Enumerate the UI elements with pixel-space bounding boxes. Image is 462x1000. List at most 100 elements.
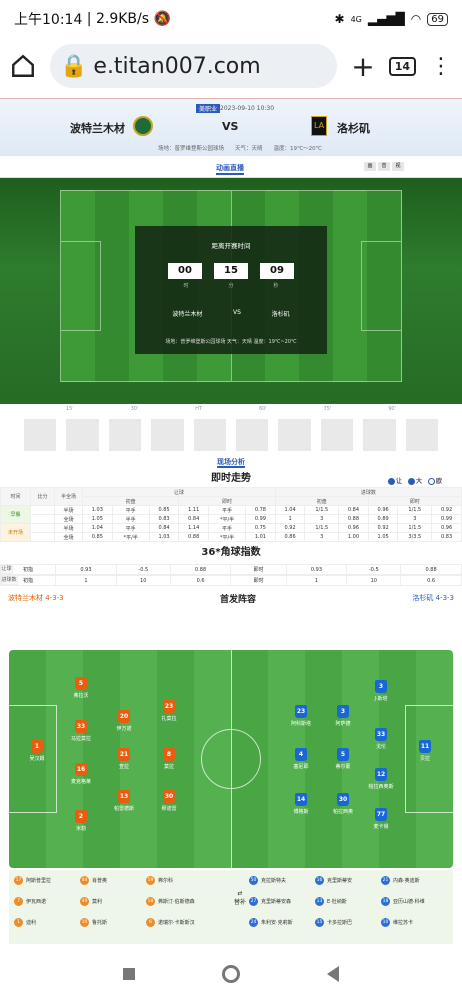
away-player[interactable]: 12 帕拉西奥斯 bbox=[361, 768, 401, 790]
odds-cell: 0.96 bbox=[431, 523, 462, 533]
sub-name: 莫利 bbox=[92, 899, 103, 905]
away-player[interactable]: 14 博格斯 bbox=[281, 793, 321, 815]
corner-cell: 0.88 bbox=[169, 564, 232, 575]
home-substitute[interactable]: 10 鲁托斯 bbox=[80, 918, 107, 927]
tab-analysis[interactable]: 现场分析 bbox=[217, 458, 245, 468]
sub-number: 10 bbox=[381, 918, 390, 927]
away-substitute[interactable]: 18 亚历山德·科维 bbox=[381, 897, 425, 906]
away-player[interactable]: 77 麦卡锡 bbox=[361, 808, 401, 830]
home-player[interactable]: 21 查拉 bbox=[104, 748, 144, 770]
home-player[interactable]: 1 吴汉姆 bbox=[17, 740, 57, 762]
away-substitute[interactable]: 13 E·杜纳斯 bbox=[315, 897, 347, 906]
away-player[interactable]: 4 塞尼耶 bbox=[281, 748, 321, 770]
away-player[interactable]: 33 戈伦 bbox=[361, 728, 401, 750]
odds-section-title: 即时走势 让 大 欧 bbox=[0, 471, 462, 487]
away-player[interactable]: 3 阿萨德 bbox=[323, 705, 363, 727]
away-substitute[interactable]: 16 克里斯蒂安 bbox=[315, 876, 352, 885]
player-name: 查拉 bbox=[118, 764, 129, 770]
corner-title: 36*角球指数 bbox=[201, 547, 261, 558]
away-player[interactable]: 5 蒂尔蒙 bbox=[323, 748, 363, 770]
sub-name: 肖普奥 bbox=[92, 878, 108, 884]
home-player[interactable]: 13 帕雷德斯 bbox=[104, 790, 144, 812]
tab-animation-live[interactable]: 动画直播 bbox=[216, 163, 244, 175]
home-substitute[interactable]: 6 诺瑞尔·卡斯斯汉 bbox=[146, 918, 195, 927]
home-substitute[interactable]: 17 阿斯普里拉 bbox=[14, 876, 51, 885]
odds-cell: 0.99 bbox=[245, 514, 276, 524]
home-player[interactable]: 2 米勒 bbox=[61, 810, 101, 832]
away-substitute[interactable]: 15 卡多拉斯巴 bbox=[315, 918, 352, 927]
away-substitute[interactable]: 10 维拉苏卡 bbox=[381, 918, 413, 927]
home-player[interactable]: 5 弗拉沃 bbox=[61, 677, 101, 699]
address-bar[interactable]: 🔒 e.titan007.com bbox=[50, 44, 338, 88]
away-player[interactable]: 23 阿科斯塔 bbox=[281, 705, 321, 727]
home-substitute[interactable]: 7 伊瓦西诺 bbox=[14, 897, 46, 906]
view-option-1[interactable]: 画 bbox=[364, 162, 376, 171]
home-substitute[interactable]: 44 肖普奥 bbox=[80, 876, 107, 885]
countdown-title: 距离开赛时间 bbox=[211, 242, 251, 250]
new-tab-icon[interactable]: + bbox=[351, 50, 374, 83]
odds-cell: 0.88 bbox=[338, 514, 369, 524]
countdown-away: 洛杉矶 bbox=[271, 311, 290, 318]
overflow-menu-icon[interactable]: ⋮ bbox=[430, 54, 452, 79]
player-name: 扎莫拉 bbox=[161, 716, 177, 722]
unit-hours: 时 bbox=[183, 283, 189, 289]
recents-icon[interactable] bbox=[123, 968, 136, 980]
home-nav-icon[interactable] bbox=[221, 965, 240, 983]
away-team-logo: LA bbox=[311, 116, 327, 136]
jersey-icon: 20 bbox=[118, 710, 130, 723]
view-option-3[interactable]: 视 bbox=[392, 162, 404, 171]
home-substitute[interactable]: 1 迪利 bbox=[14, 918, 36, 927]
dnd-icon: 🔕 bbox=[149, 11, 171, 27]
wifi-icon: ◠ bbox=[410, 12, 422, 26]
odds-cell: 1 bbox=[274, 514, 306, 524]
home-player[interactable]: 20 伊万诺 bbox=[104, 710, 144, 732]
legend-handicap[interactable]: 让 bbox=[387, 474, 402, 490]
back-icon[interactable] bbox=[326, 966, 339, 982]
sub-number: 44 bbox=[80, 876, 89, 885]
odds-cell: 1.04 bbox=[82, 523, 113, 533]
sub-number: 17 bbox=[14, 876, 23, 885]
sub-name: 克里斯蒂安森 bbox=[261, 899, 292, 905]
sub-name: 克拉斯特夫 bbox=[261, 878, 287, 884]
odds-cell: 1.01 bbox=[245, 532, 276, 542]
away-substitute[interactable]: 24 朱利安·克莉斯 bbox=[249, 918, 293, 927]
away-player[interactable]: 3 J·斯塔 bbox=[361, 680, 401, 702]
home-player[interactable]: 16 麦克格莱 bbox=[61, 763, 101, 785]
home-substitute[interactable]: 19 弗尔科 bbox=[146, 876, 173, 885]
home-icon[interactable] bbox=[10, 53, 36, 79]
corner-cell: 0.6 bbox=[400, 575, 462, 586]
corner-cell: 10 bbox=[115, 575, 171, 586]
lineup-home-formation: 波特兰木材 4-3-3 bbox=[8, 594, 64, 602]
home-substitute[interactable]: 49 莫利 bbox=[80, 897, 102, 906]
jersey-icon: 5 bbox=[75, 677, 87, 690]
legend-overunder[interactable]: 大 bbox=[407, 474, 422, 490]
countdown-panel: 距离开赛时间 00 15 09 时 分 秒 波特兰木材 VS 洛杉矶 场地：普罗… bbox=[135, 226, 327, 354]
match-datetime: 2023-09-10 10:30 bbox=[220, 105, 275, 112]
odds-row: 全场 0.85 *平/半 1.03 0.88 *平/半 1.01 0.86 3 1.00 1.05 3… bbox=[1, 532, 462, 542]
home-player[interactable]: 23 扎莫拉 bbox=[149, 700, 189, 722]
odds-row: 早餐 半场 1.03 平手 0.85 1.11 平手 0.78 1.04 1/1.5 0.84 0.9… bbox=[0, 505, 462, 524]
player-name: J·斯塔 bbox=[374, 696, 388, 702]
away-player[interactable]: 11 贝拉 bbox=[405, 740, 445, 762]
home-player[interactable]: 33 马拉莫拉 bbox=[61, 720, 101, 742]
away-substitute[interactable]: 27 克里斯蒂安森 bbox=[249, 897, 291, 906]
bluetooth-icon: ✱ bbox=[334, 12, 345, 26]
away-substitute[interactable]: 50 克拉斯特夫 bbox=[249, 876, 286, 885]
home-team-name: 波特兰木材 bbox=[70, 122, 125, 135]
home-substitute[interactable]: 18 弗斯汀·伯斯德森 bbox=[146, 897, 195, 906]
view-option-2[interactable]: 音 bbox=[378, 162, 390, 171]
home-player[interactable]: 8 莫拉 bbox=[149, 748, 189, 770]
tabs-count-button[interactable]: 14 bbox=[388, 56, 416, 76]
odds-cell: 1.03 bbox=[148, 532, 180, 542]
away-player[interactable]: 30 帕拉西奥 bbox=[323, 793, 363, 815]
odds-period: 未开场 bbox=[0, 523, 31, 542]
sub-number: 19 bbox=[146, 876, 155, 885]
unit-minutes: 分 bbox=[228, 283, 234, 289]
odds-cell: 0.84 bbox=[178, 514, 210, 524]
home-player[interactable]: 30 穆诺雷 bbox=[149, 790, 189, 812]
legend-euro[interactable]: 欧 bbox=[427, 474, 442, 490]
sub-name: 弗斯汀·伯斯德森 bbox=[158, 899, 195, 905]
odds-cell: 1/1.5 bbox=[304, 523, 340, 533]
odds-cell: 平手 bbox=[208, 505, 247, 515]
away-substitute[interactable]: 21 内森·奥迪斯 bbox=[381, 876, 420, 885]
